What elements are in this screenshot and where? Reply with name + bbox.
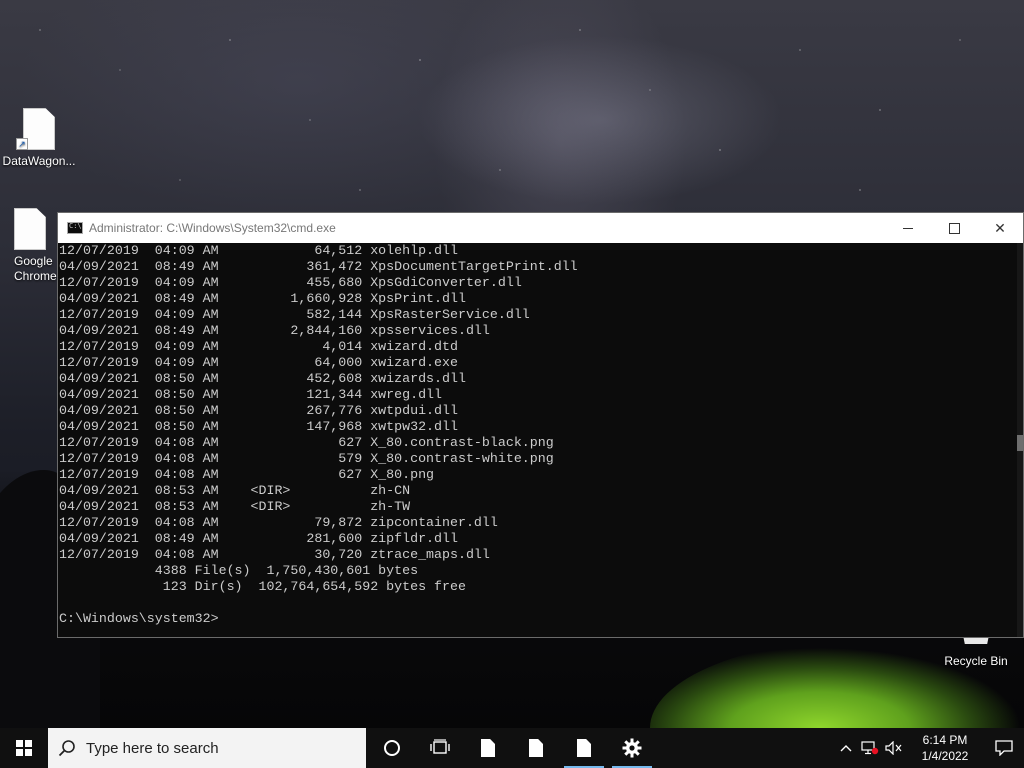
start-button[interactable] bbox=[0, 728, 48, 768]
document-icon bbox=[577, 739, 591, 757]
close-button[interactable]: ✕ bbox=[977, 213, 1023, 243]
console-line: 12/07/2019 04:09 AM 64,512 xolehlp.dll bbox=[59, 243, 458, 258]
task-view-icon bbox=[430, 739, 450, 754]
console-line: 12/07/2019 04:09 AM 4,014 xwizard.dtd bbox=[59, 339, 458, 354]
cortana-button[interactable] bbox=[368, 728, 416, 768]
taskbar-app-document-3[interactable] bbox=[560, 728, 608, 768]
console-line: 4388 File(s) 1,750,430,601 bytes bbox=[59, 563, 419, 578]
console-line: 12/07/2019 04:08 AM 579 X_80.contrast-wh… bbox=[59, 451, 554, 466]
notification-icon bbox=[995, 740, 1013, 756]
console-line: 04/09/2021 08:50 AM 121,344 xwreg.dll bbox=[59, 387, 443, 402]
console-line: 04/09/2021 08:53 AM <DIR> zh-CN bbox=[59, 483, 411, 498]
taskbar-search-box[interactable]: Type here to search bbox=[48, 728, 366, 768]
desktop-icon-label: DataWagon... bbox=[2, 154, 76, 168]
desktop-icon-google-chrome[interactable]: Google Chrome bbox=[0, 208, 60, 284]
taskbar: Type here to search 6:14 PM 1/4/2022 bbox=[0, 728, 1024, 768]
search-icon bbox=[48, 728, 86, 768]
console-line: 12/07/2019 04:09 AM 64,000 xwizard.exe bbox=[59, 355, 458, 370]
console-line: 04/09/2021 08:49 AM 361,472 XpsDocumentT… bbox=[59, 259, 578, 274]
chevron-up-icon[interactable] bbox=[834, 728, 858, 768]
taskbar-app-settings[interactable] bbox=[608, 728, 656, 768]
desktop-icon-label: Recycle Bin bbox=[944, 654, 1008, 668]
console-line: 04/09/2021 08:50 AM 452,608 xwizards.dll bbox=[59, 371, 466, 386]
console-output-area[interactable]: 12/07/2019 04:09 AM 64,512 xolehlp.dll 04… bbox=[58, 243, 1023, 637]
console-line: 12/07/2019 04:09 AM 582,144 XpsRasterSer… bbox=[59, 307, 530, 322]
console-line: 04/09/2021 08:49 AM 1,660,928 XpsPrint.d… bbox=[59, 291, 466, 306]
console-line: C:\Windows\system32> bbox=[59, 611, 219, 626]
taskbar-clock[interactable]: 6:14 PM 1/4/2022 bbox=[906, 732, 984, 764]
maximize-button[interactable] bbox=[931, 213, 977, 243]
taskbar-app-document-2[interactable] bbox=[512, 728, 560, 768]
search-placeholder: Type here to search bbox=[86, 739, 219, 757]
desktop-icon-label: Google Chrome bbox=[14, 254, 57, 283]
volume-muted-icon[interactable] bbox=[882, 728, 906, 768]
system-tray: 6:14 PM 1/4/2022 bbox=[834, 728, 1024, 768]
task-view-button[interactable] bbox=[416, 728, 464, 768]
console-text: 12/07/2019 04:09 AM 64,512 xolehlp.dll 04… bbox=[59, 243, 1009, 627]
console-line: 12/07/2019 04:08 AM 30,720 ztrace_maps.d… bbox=[59, 547, 490, 562]
console-line: 04/09/2021 08:50 AM 267,776 xwtpdui.dll bbox=[59, 403, 458, 418]
console-line: 12/07/2019 04:08 AM 627 X_80.png bbox=[59, 467, 435, 482]
scrollbar-thumb[interactable] bbox=[1017, 435, 1023, 451]
console-line: 04/09/2021 08:53 AM <DIR> zh-TW bbox=[59, 499, 411, 514]
document-file-icon bbox=[14, 208, 46, 250]
window-titlebar[interactable]: Administrator: C:\Windows\System32\cmd.e… bbox=[58, 213, 1023, 243]
network-icon[interactable] bbox=[858, 728, 882, 768]
taskbar-app-document-1[interactable] bbox=[464, 728, 512, 768]
console-line: 04/09/2021 08:50 AM 147,968 xwtpw32.dll bbox=[59, 419, 458, 434]
settings-gear-icon bbox=[622, 738, 642, 758]
console-line: 04/09/2021 08:49 AM 2,844,160 xpsservice… bbox=[59, 323, 490, 338]
cortana-icon bbox=[384, 740, 400, 756]
cmd-window[interactable]: Administrator: C:\Windows\System32\cmd.e… bbox=[57, 212, 1024, 638]
windows-logo-icon bbox=[16, 740, 32, 756]
console-line: 12/07/2019 04:08 AM 79,872 zipcontainer.… bbox=[59, 515, 498, 530]
console-line: 12/07/2019 04:09 AM 455,680 XpsGdiConver… bbox=[59, 275, 522, 290]
document-icon bbox=[529, 739, 543, 757]
shortcut-arrow-icon: ↗ bbox=[16, 138, 28, 150]
desktop-icon-datawagon[interactable]: ↗ DataWagon... bbox=[0, 108, 78, 168]
window-title: Administrator: C:\Windows\System32\cmd.e… bbox=[89, 221, 336, 235]
console-line: 123 Dir(s) 102,764,654,592 bytes free bbox=[59, 579, 466, 594]
console-line: 12/07/2019 04:08 AM 627 X_80.contrast-bl… bbox=[59, 435, 554, 450]
console-line: 04/09/2021 08:49 AM 281,600 zipfldr.dll bbox=[59, 531, 458, 546]
document-icon bbox=[481, 739, 495, 757]
action-center-button[interactable] bbox=[984, 728, 1024, 768]
cmd-app-icon bbox=[67, 222, 83, 234]
clock-time: 6:14 PM bbox=[922, 733, 968, 747]
clock-date: 1/4/2022 bbox=[921, 749, 969, 763]
console-scrollbar[interactable] bbox=[1017, 243, 1023, 637]
minimize-button[interactable] bbox=[885, 213, 931, 243]
